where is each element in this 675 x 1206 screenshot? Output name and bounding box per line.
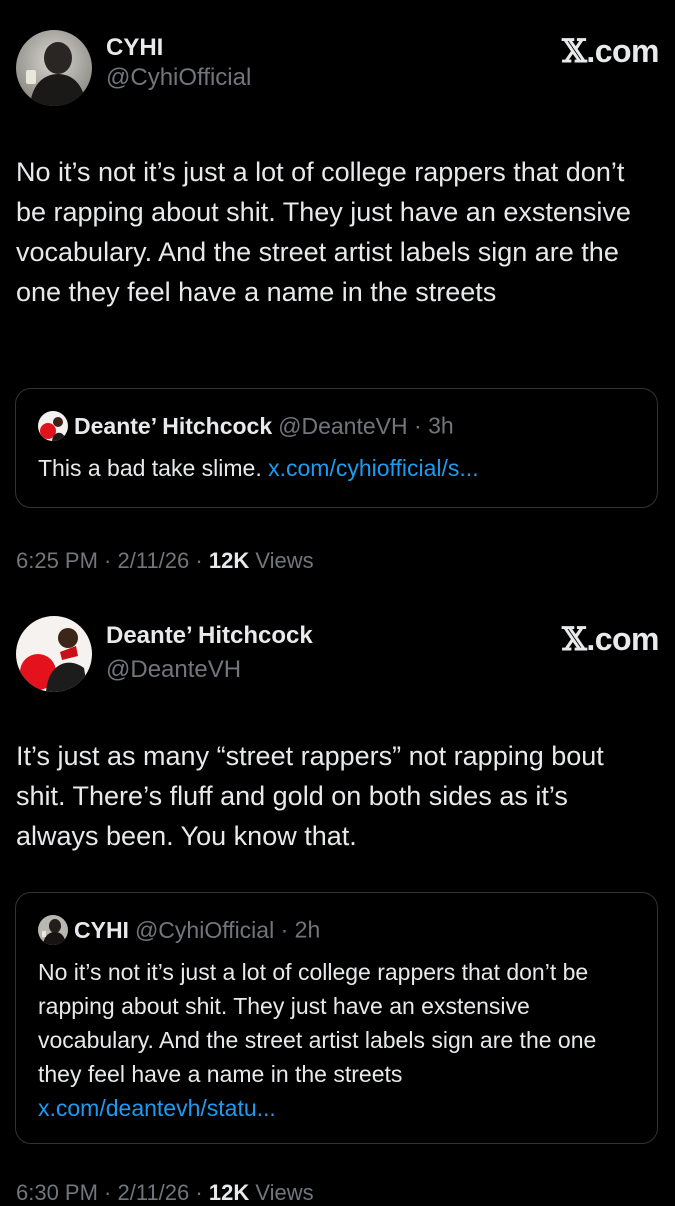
separator-dot: · — [97, 1180, 118, 1205]
post-date[interactable]: 2/11/26 — [118, 1180, 190, 1205]
post-text: No it’s not it’s just a lot of college r… — [16, 157, 631, 307]
x-com-brand: 𝕏.com — [561, 620, 660, 658]
quoted-post-text: This a bad take slime. x.com/cyhiofficia… — [38, 451, 638, 485]
quoted-post-link[interactable]: x.com/deantevh/statu... — [38, 1095, 276, 1121]
x-logo-icon: 𝕏 — [561, 620, 587, 658]
post-meta: 6:25 PM · 2/11/26 · 12K Views — [16, 548, 314, 574]
post-header: CYHI @CyhiOfficial 𝕏.com — [16, 30, 659, 110]
quoted-post-body: No it’s not it’s just a lot of college r… — [38, 959, 597, 1087]
author-handle[interactable]: @DeanteVH — [106, 656, 241, 684]
author-name[interactable]: CYHI — [106, 34, 163, 62]
quoted-author-name: CYHI — [74, 916, 129, 943]
author-name[interactable]: Deante’ Hitchcock — [106, 622, 313, 650]
quoted-author-avatar — [38, 915, 68, 945]
avatar-photo-icon — [16, 30, 92, 106]
views-count: 12K — [208, 548, 250, 573]
quoted-post-text: No it’s not it’s just a lot of college r… — [38, 955, 638, 1125]
views-label: Views — [249, 1180, 314, 1205]
quoted-author-avatar — [38, 411, 68, 441]
avatar-photo-icon — [16, 616, 92, 692]
quoted-post-card[interactable]: Deante’ Hitchcock @DeanteVH · 3h This a b… — [15, 388, 658, 508]
brand-suffix: .com — [586, 621, 659, 657]
quoted-post-card[interactable]: CYHI @CyhiOfficial · 2h No it’s not it’s … — [15, 892, 658, 1144]
author-handle[interactable]: @CyhiOfficial — [106, 64, 251, 92]
post-time[interactable]: 6:30 PM — [16, 1180, 98, 1205]
post-deante: Deante’ Hitchcock @DeanteVH 𝕏.com It’s j… — [0, 614, 675, 1205]
post-cyhi: CYHI @CyhiOfficial 𝕏.com No it’s not it’… — [0, 30, 675, 590]
separator-dot: · — [97, 548, 118, 573]
views-label: Views — [249, 548, 314, 573]
separator-dot: · — [189, 548, 209, 573]
post-meta: 6:30 PM · 2/11/26 · 12K Views — [16, 1180, 314, 1206]
quoted-post-time: 2h — [294, 916, 321, 943]
post-date[interactable]: 2/11/26 — [118, 548, 190, 573]
avatar-photo-icon — [38, 411, 68, 441]
post-text: It’s just as many “street rappers” not r… — [16, 741, 604, 851]
brand-suffix: .com — [586, 33, 659, 69]
separator-dot: · — [274, 916, 295, 943]
avatar-photo-icon — [38, 915, 68, 945]
quoted-post-link[interactable]: x.com/cyhiofficial/s... — [268, 455, 478, 481]
author-avatar[interactable] — [16, 30, 92, 106]
quoted-author-name: Deante’ Hitchcock — [74, 412, 273, 439]
author-avatar[interactable] — [16, 616, 92, 692]
quoted-post-time: 3h — [428, 412, 454, 439]
quoted-post-body: This a bad take slime. — [38, 455, 269, 481]
quoted-author-handle: @DeanteVH — [278, 412, 408, 439]
post-time[interactable]: 6:25 PM — [16, 548, 98, 573]
quoted-post-header: Deante’ Hitchcock @DeanteVH · 3h — [38, 411, 454, 441]
x-logo-icon: 𝕏 — [561, 32, 587, 70]
post-header: Deante’ Hitchcock @DeanteVH 𝕏.com — [16, 614, 659, 694]
quoted-author-handle: @CyhiOfficial — [134, 916, 275, 943]
views-count: 12K — [208, 1180, 250, 1205]
x-com-brand: 𝕏.com — [561, 32, 660, 70]
separator-dot: · — [189, 1180, 209, 1205]
separator-dot: · — [407, 412, 429, 439]
quoted-post-header: CYHI @CyhiOfficial · 2h — [38, 915, 320, 945]
